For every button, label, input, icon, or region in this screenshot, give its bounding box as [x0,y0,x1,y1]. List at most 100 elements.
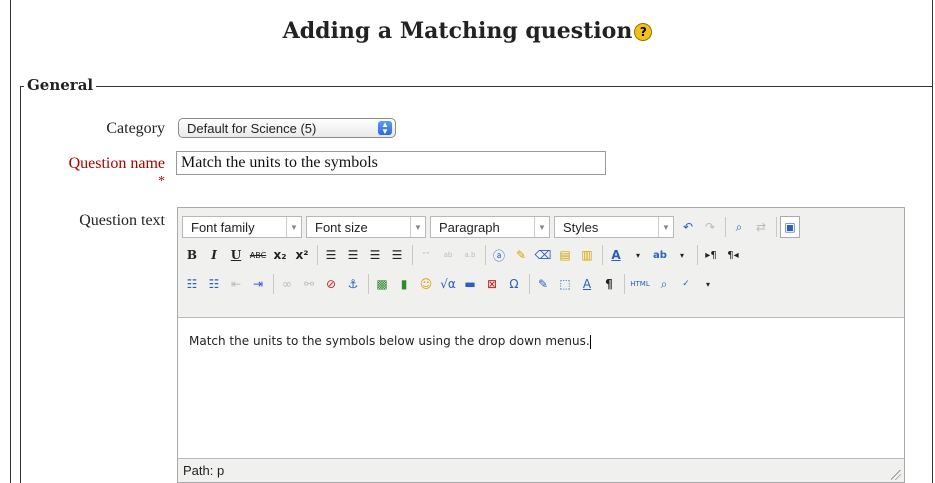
editor-path[interactable]: Path: p [183,463,224,478]
omega-icon[interactable]: Ω [504,273,524,295]
redo-icon[interactable]: ↷ [700,216,720,238]
underline-icon[interactable]: U [226,244,246,266]
toolbar-separator [529,274,530,294]
find-icon[interactable]: ⌕ [729,216,749,238]
page-border-right [932,0,933,483]
toolbar-separator [624,274,625,294]
font-family-select[interactable]: Font family ▼ [182,216,302,238]
align-center-icon[interactable]: ☰ [343,244,363,266]
fieldset-border [20,86,932,87]
link-icon[interactable]: ∞ [277,273,297,295]
font-family-label: Font family [191,219,255,235]
spellcheck-icon[interactable]: ✓ [676,273,696,295]
editor-paragraph: Match the units to the symbols below usi… [189,334,904,349]
question-name-label: Question name [68,155,165,172]
category-select[interactable]: Default for Science (5) ▲ ▼ [178,118,396,138]
fieldset-border-left [20,86,21,483]
page-title-text: Adding a Matching question [282,18,633,44]
paste-text-icon[interactable]: ⓐ [489,244,509,266]
toolbar-row-3: ☷ ☷ ⇤ ⇥ ∞ ⚯ ⊘ ⚓ ▩ ▮ ☺ √α ▬ ⊠ Ω ✎ ⬚ A ¶ H… [182,271,720,297]
anchor-icon[interactable]: ⚓ [343,273,363,295]
html-editor: Font family ▼ Font size ▼ Paragraph ▼ Style… [177,207,905,483]
outdent-icon[interactable]: ⇤ [226,273,246,295]
styles-label: Styles [563,219,599,235]
highlight-icon[interactable]: ab [650,244,670,266]
unlink-icon[interactable]: ⚯ [299,273,319,295]
equation-icon[interactable]: √α [438,273,458,295]
subscript-icon[interactable]: x₂ [270,244,290,266]
toolbar-separator [368,274,369,294]
italic-icon[interactable]: I [204,244,224,266]
question-text-label: Question text [79,212,165,229]
media-icon[interactable]: ▮ [394,273,414,295]
editor-content-area[interactable]: Match the units to the symbols below usi… [178,317,904,459]
numbered-list-icon[interactable]: ☷ [204,273,224,295]
chevron-down-icon: ▼ [534,217,549,237]
toolbar-row-1: Font family ▼ Font size ▼ Paragraph ▼ Style… [182,214,802,240]
bold-icon[interactable]: B [182,244,202,266]
superscript-icon[interactable]: x² [292,244,312,266]
page-title: Adding a Matching question? [0,18,935,44]
category-label: Category [106,120,165,137]
align-right-icon[interactable]: ☰ [365,244,385,266]
indent-icon[interactable]: ⇥ [248,273,268,295]
help-icon[interactable]: ? [634,23,653,41]
nolink-icon[interactable]: ⊘ [321,273,341,295]
hr-icon[interactable]: ▬ [460,273,480,295]
format-select[interactable]: Paragraph ▼ [430,216,550,238]
justify-icon[interactable]: ☰ [387,244,407,266]
abbr-icon[interactable]: ab [438,244,458,266]
remove-format-icon[interactable]: ⌫ [533,244,553,266]
toolbar-separator [602,245,603,265]
visual-aid-icon[interactable]: ⬚ [555,273,575,295]
select-arrows-icon: ▲ ▼ [378,121,392,136]
text-color-icon[interactable]: A [606,244,626,266]
edit-icon[interactable]: ✎ [533,273,553,295]
align-left-icon[interactable]: ☰ [321,244,341,266]
styleprops-icon[interactable]: A [577,273,597,295]
ltr-icon[interactable]: ▸¶ [701,244,721,266]
text-caret [589,334,591,349]
toolbar-separator [485,245,486,265]
chevron-down-icon: ▼ [658,217,673,237]
paste-icon[interactable]: ▥ [577,244,597,266]
page-border-left [10,0,11,483]
paste-word-icon[interactable]: ▤ [555,244,575,266]
html-icon[interactable]: HTML [628,273,652,295]
undo-icon[interactable]: ↶ [678,216,698,238]
toolbar-separator [412,245,413,265]
toolbar-separator [317,245,318,265]
chevron-down-icon: ▼ [286,217,301,237]
toolbar-separator [273,274,274,294]
question-name-input[interactable]: Match the units to the symbols [176,151,606,175]
special-char-icon[interactable]: ⊠ [482,273,502,295]
toolbar-row-2: B I U ABC x₂ x² ☰ ☰ ☰ ☰ “” ab a.b ⓐ ✎ ⌫ … [182,242,745,268]
image-icon[interactable]: ▩ [372,273,392,295]
search-icon[interactable]: ⌕ [654,273,674,295]
chevron-down-icon: ▼ [410,217,425,237]
cite-icon[interactable]: “” [416,244,436,266]
emoticon-icon[interactable]: ☺ [416,273,436,295]
rtl-icon[interactable]: ¶◂ [723,244,743,266]
styles-select[interactable]: Styles ▼ [554,216,674,238]
strikethrough-icon[interactable]: ABC [248,244,268,266]
category-select-value: Default for Science (5) [187,121,317,136]
chevron-down-icon[interactable]: ▾ [698,273,718,295]
chevron-down-icon[interactable]: ▾ [628,244,648,266]
acronym-icon[interactable]: a.b [460,244,480,266]
fullscreen-icon[interactable]: ▣ [780,216,800,238]
font-size-label: Font size [315,219,368,235]
editor-text: Match the units to the symbols below usi… [189,334,590,348]
paragraph-mark-icon[interactable]: ¶ [599,273,619,295]
font-size-select[interactable]: Font size ▼ [306,216,426,238]
toolbar-separator [725,217,726,237]
bullet-list-icon[interactable]: ☷ [182,273,202,295]
toolbar-separator [697,245,698,265]
format-label: Paragraph [439,219,500,235]
required-asterisk: * [158,174,165,189]
cleanup-icon[interactable]: ✎ [511,244,531,266]
resize-grip-icon[interactable] [891,470,901,480]
fieldset-legend-general[interactable]: General [24,76,97,94]
replace-icon[interactable]: ⇄ [751,216,771,238]
chevron-down-icon[interactable]: ▾ [672,244,692,266]
